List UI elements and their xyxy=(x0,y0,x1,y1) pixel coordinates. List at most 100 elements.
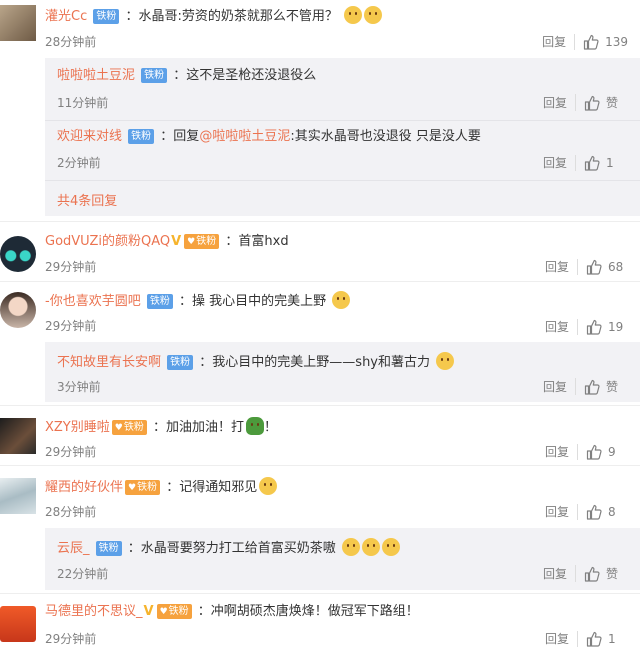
replies-panel: 啦啦啦土豆泥 铁粉 ：这不是圣枪还没退役么 11分钟前 回复 赞 欢迎来对线 铁… xyxy=(45,58,640,216)
username-link[interactable]: 啦啦啦土豆泥 xyxy=(57,68,135,83)
like-count: 139 xyxy=(605,34,628,49)
comment-time: 29分钟前 xyxy=(45,445,97,459)
more-replies-link[interactable]: 共4条回复 xyxy=(57,190,117,209)
avatar[interactable] xyxy=(0,236,36,272)
like-button[interactable]: 1 xyxy=(577,630,628,647)
like-button[interactable]: 赞 xyxy=(575,94,626,111)
verified-v-icon: V xyxy=(171,234,182,249)
comment-time: 29分钟前 xyxy=(45,632,97,646)
username-link[interactable]: 马德里的不思议_ xyxy=(45,604,143,619)
laugh-emoji-icon xyxy=(436,352,455,370)
reply-time: 2分钟前 xyxy=(57,156,101,170)
reply-button[interactable]: 回复 xyxy=(545,318,569,335)
thumbs-up-icon xyxy=(584,95,600,111)
like-count: 赞 xyxy=(606,567,619,581)
doge-emoji-icon xyxy=(341,538,360,556)
reply-button[interactable]: 回复 xyxy=(545,258,569,275)
like-button[interactable]: 赞 xyxy=(575,565,626,582)
shy-emoji-icon xyxy=(332,291,351,309)
fan-badge: 铁粉 xyxy=(184,234,220,249)
reply-button[interactable]: 回复 xyxy=(543,378,567,395)
reply-button[interactable]: 回复 xyxy=(545,443,569,460)
fan-badge: 铁粉 xyxy=(128,129,155,144)
username-link[interactable]: 不知故里有长安啊 xyxy=(57,355,161,370)
reply-button[interactable]: 回复 xyxy=(545,630,569,647)
replies-panel: 云辰_ 铁粉 ：水晶哥要努力打工给首富买奶茶嗷 22分钟前 回复 赞 xyxy=(45,528,640,590)
reply-button[interactable]: 回复 xyxy=(543,565,567,582)
comment-text: ：冲啊胡硕杰唐焕烽！做冠军下路组！ xyxy=(197,604,419,619)
doge-emoji-icon xyxy=(259,477,278,495)
username-link[interactable]: XZY别睡啦 xyxy=(45,420,110,435)
like-count: 9 xyxy=(608,444,616,459)
fan-badge: 铁粉 xyxy=(95,541,122,556)
fan-badge: 铁粉 xyxy=(141,68,168,83)
like-button[interactable]: 1 xyxy=(575,154,626,171)
like-button[interactable]: 68 xyxy=(577,258,628,275)
reply-item: 不知故里有长安啊 铁粉 ：我心目中的完美上野——shy和薯古力 3分钟前 回复 … xyxy=(45,342,640,402)
replies-panel: 不知故里有长安啊 铁粉 ：我心目中的完美上野——shy和薯古力 3分钟前 回复 … xyxy=(45,342,640,402)
avatar[interactable] xyxy=(0,292,36,328)
username-link[interactable]: 灌光Cc xyxy=(45,9,87,24)
reply-time: 3分钟前 xyxy=(57,380,101,394)
like-count: 68 xyxy=(608,259,624,274)
reply-button[interactable]: 回复 xyxy=(543,94,567,111)
reply-time: 22分钟前 xyxy=(57,567,109,581)
thumbs-up-icon xyxy=(586,504,602,520)
thumbs-up-icon xyxy=(586,319,602,335)
comment-text-end: ！ xyxy=(264,420,278,435)
reply-text: :其实水晶哥也没退役 只是没人要 xyxy=(290,129,481,144)
reply-button[interactable]: 回复 xyxy=(545,503,569,520)
reply-item: 啦啦啦土豆泥 铁粉 ：这不是圣枪还没退役么 11分钟前 回复 赞 xyxy=(45,58,640,121)
avatar[interactable] xyxy=(0,5,36,41)
reply-item: 欢迎来对线 铁粉 ：回复@啦啦啦土豆泥:其实水晶哥也没退役 只是没人要 2分钟前… xyxy=(45,121,640,181)
doge-emoji-icon xyxy=(361,538,380,556)
reply-button[interactable]: 回复 xyxy=(543,154,567,171)
thumbs-up-icon xyxy=(586,631,602,647)
thumbs-up-icon xyxy=(584,566,600,582)
reply-button[interactable]: 回复 xyxy=(542,33,566,50)
fan-badge: 铁粉 xyxy=(125,480,161,495)
reply-text: ：水晶哥要努力打工给首富买奶茶嗷 xyxy=(127,541,336,556)
comment-text: ：操 我心目中的完美上野 xyxy=(178,294,327,309)
username-link[interactable]: 云辰_ xyxy=(57,541,90,556)
like-count: 赞 xyxy=(606,96,619,110)
comment-item: GodVUZi的颜粉QAQV铁粉 ：首富hxd 29分钟前 回复 68 xyxy=(0,222,640,282)
fan-badge: 铁粉 xyxy=(167,355,194,370)
username-link[interactable]: GodVUZi的颜粉QAQ xyxy=(45,234,170,249)
thumbs-up-icon xyxy=(584,379,600,395)
comment-time: 28分钟前 xyxy=(45,35,97,49)
username-link[interactable]: 耀西的好伙伴 xyxy=(45,480,123,495)
fan-badge: 铁粉 xyxy=(156,604,192,619)
comment-item: -你也喜欢芋圆吧 铁粉 ：操 我心目中的完美上野 29分钟前 回复 19 不知故… xyxy=(0,282,640,406)
like-button[interactable]: 19 xyxy=(577,318,628,335)
like-count: 19 xyxy=(608,319,624,334)
reply-item: 云辰_ 铁粉 ：水晶哥要努力打工给首富买奶茶嗷 22分钟前 回复 赞 xyxy=(45,528,640,590)
reply-text: ：这不是圣枪还没退役么 xyxy=(173,68,317,83)
like-button[interactable]: 赞 xyxy=(575,378,626,395)
comment-item: 马德里的不思议_V铁粉 ：冲啊胡硕杰唐焕烽！做冠军下路组！ 29分钟前 回复 1 xyxy=(0,594,640,651)
username-link[interactable]: 欢迎来对线 xyxy=(57,129,122,144)
like-button[interactable]: 9 xyxy=(577,443,628,460)
verified-v-icon: V xyxy=(143,604,154,619)
thumbs-up-icon xyxy=(584,155,600,171)
like-count: 1 xyxy=(608,631,616,646)
comment-text: ：水晶哥:劳资的奶茶就那么不管用？ xyxy=(125,9,338,24)
doge-emoji-icon xyxy=(381,538,400,556)
doge-emoji-icon xyxy=(364,6,383,24)
comment-text: ：记得通知邪见 xyxy=(166,480,258,495)
thumbs-up-icon xyxy=(583,34,599,50)
comment-time: 29分钟前 xyxy=(45,319,97,333)
avatar[interactable] xyxy=(0,418,36,454)
mention-link[interactable]: @啦啦啦土豆泥 xyxy=(199,129,290,144)
thumbs-up-icon xyxy=(586,444,602,460)
avatar[interactable] xyxy=(0,478,36,514)
comment-text: ：加油加油！打 xyxy=(152,420,244,435)
username-link[interactable]: -你也喜欢芋圆吧 xyxy=(45,294,141,309)
comment-item: 耀西的好伙伴铁粉 ：记得通知邪见 28分钟前 回复 8 云辰_ 铁粉 ：水晶哥要… xyxy=(0,466,640,594)
avatar[interactable] xyxy=(0,606,36,642)
like-button[interactable]: 8 xyxy=(577,503,628,520)
fan-badge: 铁粉 xyxy=(93,9,120,24)
thumbs-up-icon xyxy=(586,259,602,275)
reply-text: ：我心目中的完美上野——shy和薯古力 xyxy=(199,355,431,370)
like-button[interactable]: 139 xyxy=(574,33,628,50)
